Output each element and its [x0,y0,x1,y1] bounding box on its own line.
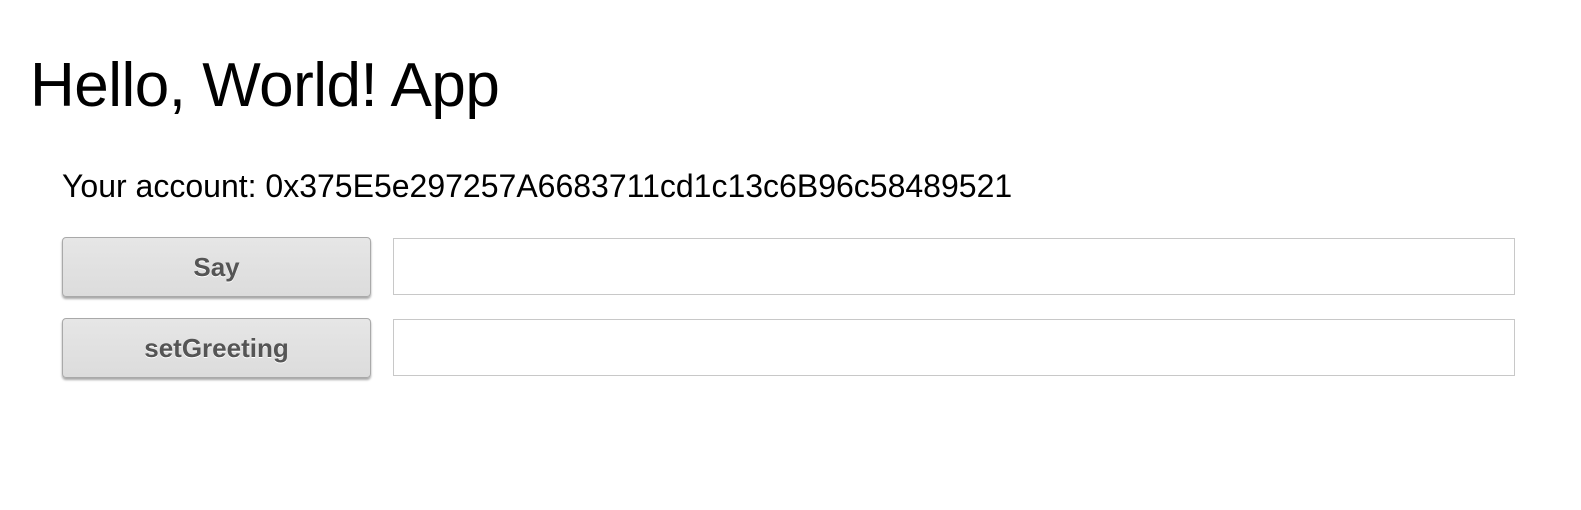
set-greeting-button[interactable]: setGreeting [62,318,371,378]
greeting-input[interactable] [393,319,1515,376]
set-greeting-row: setGreeting [62,318,1529,378]
account-label: Your account: [62,168,266,204]
say-output-field[interactable] [393,238,1515,295]
account-info: Your account: 0x375E5e297257A6683711cd1c… [62,166,1012,206]
account-address: 0x375E5e297257A6683711cd1c13c6B96c584895… [265,168,1013,204]
say-button[interactable]: Say [62,237,371,297]
say-row: Say [62,237,1529,297]
page-title: Hello, World! App [30,51,500,120]
